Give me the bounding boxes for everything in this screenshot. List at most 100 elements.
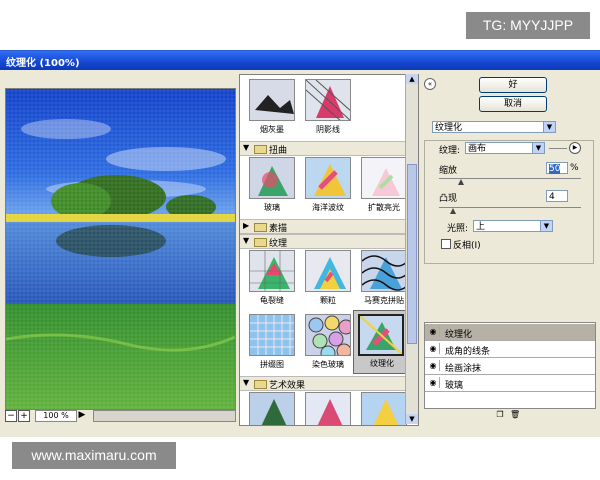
texture-label: 纹理: [439,146,461,156]
expanded-arrow-icon: ▼ [243,236,250,245]
scrollbar-thumb[interactable] [407,164,417,344]
preview-status-bar: − + 100 % ▶ [5,410,236,422]
zoom-in-button[interactable]: + [18,410,30,422]
filter-thumb[interactable]: 马赛克拼贴 [356,248,412,310]
scroll-down-arrow-icon[interactable]: ▼ [406,414,418,424]
gallery-vertical-scrollbar[interactable]: ▲ ▼ [405,74,418,424]
filter-preview-image [306,158,350,198]
image-preview[interactable] [5,88,236,410]
zoom-out-button[interactable]: − [5,410,17,422]
filter-label: 龟裂缝 [260,296,284,305]
zoom-level[interactable]: 100 % [35,410,77,422]
filter-preview-image [250,80,294,120]
light-select-value: 上 [476,222,486,232]
relief-slider[interactable] [439,207,581,208]
zoom-menu-arrow-icon[interactable]: ▶ [77,410,87,420]
filter-label: 染色玻璃 [312,360,344,369]
filter-thumb[interactable]: 海洋波纹 [300,155,356,217]
scaling-input[interactable]: 50 [546,162,568,174]
category-artistic[interactable]: ▼ 艺术效果 [240,376,406,391]
filter-label: 阴影线 [316,125,340,134]
relief-label: 凸现 [439,194,458,204]
category-label: 素描 [269,224,288,234]
light-select[interactable]: 上 ▼ [473,220,553,232]
effect-layers-list: ◉ 纹理化 ◉ 成角的线条 ◉ 绘画涂抹 ◉ 玻璃 [424,322,596,409]
invert-label: 反相(I) [453,241,481,251]
filter-thumb[interactable]: 颗粒 [300,248,356,310]
effect-layer[interactable]: ◉ 绘画涂抹 [425,358,595,375]
filter-preview-image [306,80,350,120]
eye-icon[interactable]: ◉ [427,326,440,337]
scroll-up-arrow-icon[interactable]: ▲ [406,74,418,84]
filter-thumb[interactable] [356,390,412,425]
filter-preview-image [362,251,406,291]
expanded-arrow-icon: ▼ [243,378,250,387]
filter-thumb[interactable]: 拼缀图 [244,312,300,374]
texture-menu-icon[interactable]: ▶ [569,142,581,154]
title-bar[interactable]: 纹理化 (100%) [0,51,600,70]
folder-icon [254,380,267,389]
collapsed-arrow-icon: ▶ [243,221,250,230]
invert-checkbox[interactable] [441,239,451,249]
scaling-slider-knob[interactable] [458,179,464,185]
filter-thumb[interactable]: 玻璃 [244,155,300,217]
scaling-unit: % [570,163,579,173]
effect-layer-label: 玻璃 [445,381,464,391]
new-effect-layer-icon[interactable]: ❐ [495,410,505,420]
effect-layer-label: 绘画涂抹 [445,364,482,374]
effect-layer[interactable]: ◉ 玻璃 [425,375,595,392]
preview-horizontal-scrollbar[interactable] [93,410,236,422]
scaling-label: 缩放 [439,166,458,176]
settings-panel: 纹理: 画布 ▼ ▶ 缩放 50 % 凸现 4 光照: 上 ▼ 反相(I) [424,140,594,264]
texture-select-value: 画布 [468,144,487,154]
filter-label: 烟灰墨 [260,125,284,134]
filter-thumb[interactable]: 龟裂缝 [244,248,300,310]
filter-preview-image [306,315,350,355]
eye-icon[interactable]: ◉ [427,377,440,388]
effect-layer[interactable]: ◉ 成角的线条 [425,341,595,358]
chevron-down-icon: ▼ [532,143,544,153]
chevron-down-icon: ▼ [540,221,552,231]
collapse-gallery-icon[interactable]: « [424,78,436,90]
filter-label: 纹理化 [370,359,394,368]
eye-icon[interactable]: ◉ [427,343,440,354]
expanded-arrow-icon: ▼ [243,143,250,152]
cancel-button[interactable]: 取消 [479,96,547,112]
filter-thumb[interactable] [244,390,300,425]
effect-layer-label: 纹理化 [445,330,473,340]
folder-icon [254,223,267,232]
filter-thumb[interactable]: 染色玻璃 [300,312,356,374]
filter-thumb-selected[interactable]: 纹理化 [353,310,411,374]
light-label: 光照: [447,224,469,234]
category-sketch[interactable]: ▶ 素描 [240,219,406,234]
relief-input[interactable]: 4 [546,190,568,202]
filter-select[interactable]: 纹理化 ▼ [432,121,556,133]
effect-layer-label: 成角的线条 [445,347,491,357]
category-texture[interactable]: ▼ 纹理 [240,234,406,249]
watermark-bottom: www.maximaru.com [12,442,176,469]
filter-thumb[interactable]: 阴影线 [300,77,356,139]
filter-thumb[interactable] [300,390,356,425]
folder-icon [254,238,267,247]
filter-preview-image [306,251,350,291]
filter-thumb[interactable]: 扩散亮光 [356,155,412,217]
effect-layer-selected[interactable]: ◉ 纹理化 [425,324,595,341]
relief-slider-knob[interactable] [450,208,456,214]
filter-preview-image [362,158,406,198]
texture-select[interactable]: 画布 ▼ [465,142,545,154]
filter-preview-image [306,393,350,425]
filter-preview-image [362,393,406,425]
eye-icon[interactable]: ◉ [427,360,440,371]
filter-preview-image [250,315,294,355]
filter-select-value: 纹理化 [435,123,463,133]
watermark-top: TG: MYYJJPP [466,12,590,39]
delete-effect-layer-icon[interactable]: 🗑 [510,410,520,420]
folder-icon [254,145,267,154]
chevron-down-icon: ▼ [543,122,555,132]
filter-label: 颗粒 [320,296,336,305]
category-distort[interactable]: ▼ 扭曲 [240,141,406,156]
filter-thumb[interactable]: 烟灰墨 [244,77,300,139]
ok-button[interactable]: 好 [479,77,547,93]
filter-gallery: 烟灰墨 阴影线 ▼ 扭曲 玻璃 海洋波纹 扩散亮光 ▶ 素描 ▼ 纹理 龟裂缝 [239,74,419,426]
filter-preview-image [250,158,294,198]
